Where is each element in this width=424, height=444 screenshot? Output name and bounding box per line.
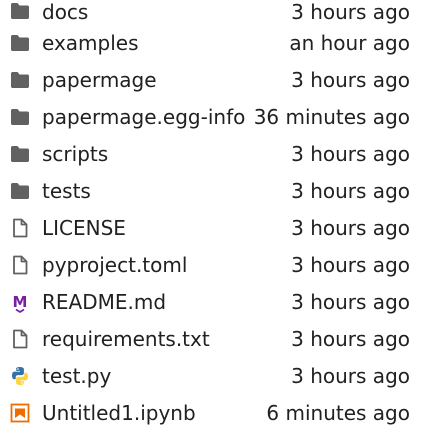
folder-icon xyxy=(8,105,32,129)
file-row[interactable]: Untitled1.ipynb 6 minutes ago xyxy=(0,394,424,431)
file-row[interactable]: README.md 3 hours ago xyxy=(0,283,424,320)
file-modified: 36 minutes ago xyxy=(253,104,410,129)
folder-icon xyxy=(8,31,32,55)
markdown-icon xyxy=(8,290,32,314)
file-modified: 3 hours ago xyxy=(291,326,410,351)
file-name: pyproject.toml xyxy=(42,252,188,277)
file-row[interactable]: tests 3 hours ago xyxy=(0,172,424,209)
file-row[interactable]: examples an hour ago xyxy=(0,24,424,61)
file-name: docs xyxy=(42,0,89,24)
file-modified: 3 hours ago xyxy=(291,215,410,240)
file-row[interactable]: pyproject.toml 3 hours ago xyxy=(0,246,424,283)
file-row[interactable]: test.py 3 hours ago xyxy=(0,357,424,394)
folder-icon xyxy=(8,0,32,23)
file-name: test.py xyxy=(42,363,112,388)
file-row[interactable]: docs 3 hours ago xyxy=(0,0,424,24)
file-modified: 6 minutes ago xyxy=(266,400,410,425)
file-name: LICENSE xyxy=(42,215,126,240)
file-name: Untitled1.ipynb xyxy=(42,400,196,425)
file-row[interactable]: LICENSE 3 hours ago xyxy=(0,209,424,246)
file-name: scripts xyxy=(42,141,109,166)
folder-icon xyxy=(8,68,32,92)
file-name: examples xyxy=(42,30,139,55)
file-row[interactable]: requirements.txt 3 hours ago xyxy=(0,320,424,357)
file-modified: 3 hours ago xyxy=(291,289,410,314)
file-row[interactable]: papermage.egg-info 36 minutes ago xyxy=(0,98,424,135)
file-modified: 3 hours ago xyxy=(291,141,410,166)
file-icon xyxy=(8,216,32,240)
file-name: requirements.txt xyxy=(42,326,210,351)
file-icon xyxy=(8,327,32,351)
file-modified: 3 hours ago xyxy=(291,363,410,388)
file-name: README.md xyxy=(42,289,167,314)
folder-icon xyxy=(8,142,32,166)
file-name: papermage.egg-info xyxy=(42,104,246,129)
file-modified: 3 hours ago xyxy=(291,178,410,203)
notebook-icon xyxy=(8,401,32,425)
folder-icon xyxy=(8,179,32,203)
file-row[interactable]: scripts 3 hours ago xyxy=(0,135,424,172)
file-list: docs 3 hours ago examples an hour ago paperm… xyxy=(0,0,424,431)
file-modified: 3 hours ago xyxy=(291,67,410,92)
file-modified: 3 hours ago xyxy=(291,252,410,277)
file-row[interactable]: papermage 3 hours ago xyxy=(0,61,424,98)
file-icon xyxy=(8,253,32,277)
file-name: papermage xyxy=(42,67,157,92)
file-modified: an hour ago xyxy=(289,30,410,55)
python-icon xyxy=(8,364,32,388)
file-name: tests xyxy=(42,178,91,203)
file-modified: 3 hours ago xyxy=(291,0,410,24)
